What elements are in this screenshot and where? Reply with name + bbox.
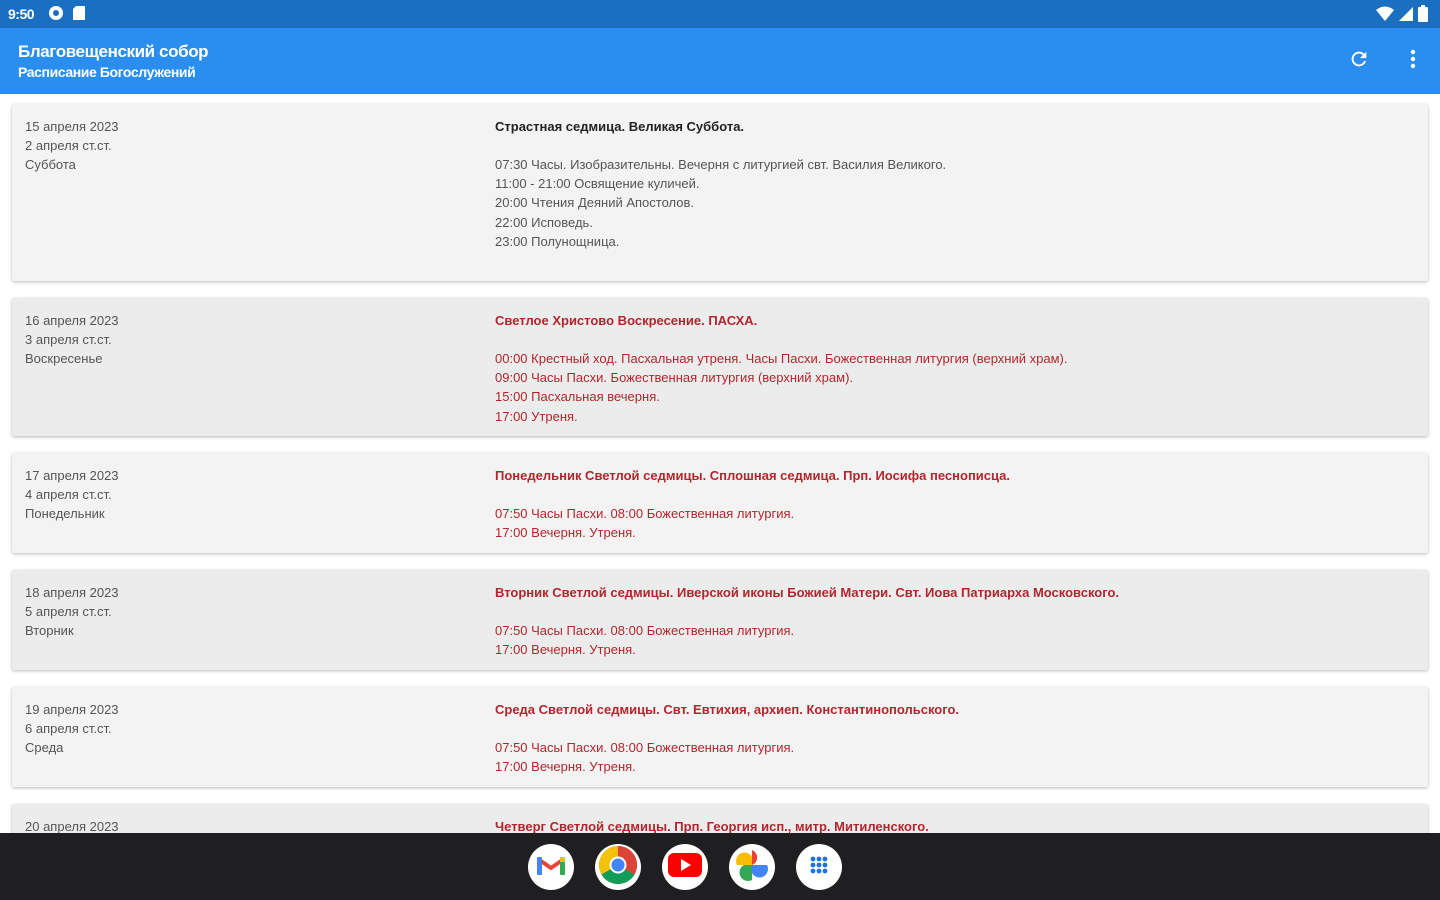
day-date: 18 апреля 2023 — [25, 585, 119, 600]
schedule-day-card[interactable]: 19 апреля 2023 6 апреля ст.ст. Среда Сре… — [12, 687, 1428, 787]
day-weekday: Вторник — [25, 623, 74, 639]
day-old-style: 6 апреля ст.ст. — [25, 721, 112, 737]
day-events: 07:50 Часы Пасхи. 08:00 Божественная лит… — [495, 621, 794, 659]
event-line: 09:00 Часы Пасхи. Божественная литургия … — [495, 370, 854, 386]
day-date: 19 апреля 2023 — [25, 702, 119, 717]
event-line: 07:50 Часы Пасхи. 08:00 Божественная лит… — [495, 623, 795, 638]
schedule-day-card[interactable]: 16 апреля 2023 3 апреля ст.ст. Воскресен… — [12, 298, 1428, 436]
battery-icon — [1418, 5, 1428, 27]
day-date-block: 20 апреля 2023 — [25, 817, 119, 833]
event-line: 17:00 Вечерня. Утреня. — [495, 759, 636, 775]
signal-icon — [1398, 6, 1414, 27]
day-date-block: 15 апреля 2023 2 апреля ст.ст. Суббота — [25, 117, 119, 175]
day-title: Среда Светлой седмицы. Свт. Евтихия, арх… — [495, 702, 960, 717]
more-vert-icon — [1410, 49, 1416, 74]
app-drawer-button[interactable] — [796, 844, 842, 890]
event-line: 17:00 Вечерня. Утреня. — [495, 642, 636, 658]
event-line: 11:00 - 21:00 Освящение куличей. — [495, 176, 700, 192]
day-date: 16 апреля 2023 — [25, 313, 119, 328]
day-old-style: 2 апреля ст.ст. — [25, 138, 112, 154]
youtube-app-button[interactable] — [662, 844, 708, 890]
schedule-list[interactable]: 15 апреля 2023 2 апреля ст.ст. Суббота С… — [0, 94, 1440, 833]
chrome-icon — [598, 845, 638, 890]
event-line: 20:00 Чтения Деяний Апостолов. — [495, 195, 694, 211]
status-bar: 9:50 — [0, 0, 1440, 28]
day-title: Четверг Светлой седмицы. Прп. Георгия ис… — [495, 819, 929, 833]
day-old-style: 4 апреля ст.ст. — [25, 487, 112, 503]
app-dock — [528, 844, 842, 890]
day-title: Страстная седмица. Великая Суббота. — [495, 119, 745, 134]
day-date: 17 апреля 2023 — [25, 468, 119, 483]
app-bar: Благовещенский собор Расписание Богослуж… — [0, 28, 1440, 94]
event-line: 22:00 Исповедь. — [495, 214, 593, 230]
app-subtitle: Расписание Богослужений — [18, 64, 196, 80]
day-weekday: Понедельник — [25, 506, 105, 522]
day-events: 07:30 Часы. Изобразительны. Вечерня с ли… — [495, 155, 946, 251]
day-events: 00:00 Крестный ход. Пасхальная утреня. Ч… — [495, 349, 1067, 426]
event-line: 00:00 Крестный ход. Пасхальная утреня. Ч… — [495, 351, 1068, 366]
day-old-style: 3 апреля ст.ст. — [25, 332, 112, 348]
event-line: 07:30 Часы. Изобразительны. Вечерня с ли… — [495, 157, 947, 172]
app-drawer-icon — [807, 853, 831, 882]
day-events: 07:50 Часы Пасхи. 08:00 Божественная лит… — [495, 738, 794, 776]
schedule-day-card[interactable]: 20 апреля 2023 Четверг Светлой седмицы. … — [12, 804, 1428, 833]
gmail-app-button[interactable] — [528, 844, 574, 890]
photos-app-button[interactable] — [729, 844, 775, 890]
day-title: Вторник Светлой седмицы. Иверской иконы … — [495, 585, 1120, 600]
day-title: Понедельник Светлой седмицы. Сплошная се… — [495, 468, 1011, 483]
schedule-day-card[interactable]: 18 апреля 2023 5 апреля ст.ст. Вторник В… — [12, 570, 1428, 670]
chrome-app-button[interactable] — [595, 844, 641, 890]
event-line: 07:50 Часы Пасхи. 08:00 Божественная лит… — [495, 506, 795, 521]
gmail-icon — [536, 853, 566, 882]
youtube-icon — [668, 852, 702, 882]
day-title: Светлое Христово Воскресение. ПАСХА. — [495, 313, 758, 328]
day-events: 07:50 Часы Пасхи. 08:00 Божественная лит… — [495, 504, 794, 542]
event-line: 17:00 Вечерня. Утреня. — [495, 525, 636, 541]
day-weekday: Среда — [25, 740, 64, 756]
app-title: Благовещенский собор — [18, 42, 209, 61]
event-line: 23:00 Полунощница. — [495, 233, 620, 249]
sd-card-icon — [72, 5, 86, 26]
status-time: 9:50 — [8, 6, 35, 22]
event-line: 15:00 Пасхальная вечерня. — [495, 389, 660, 405]
day-date-block: 18 апреля 2023 5 апреля ст.ст. Вторник — [25, 583, 119, 641]
schedule-day-card[interactable]: 15 апреля 2023 2 апреля ст.ст. Суббота С… — [12, 104, 1428, 281]
day-date-block: 19 апреля 2023 6 апреля ст.ст. Среда — [25, 700, 119, 758]
event-line: 07:50 Часы Пасхи. 08:00 Божественная лит… — [495, 740, 795, 755]
event-line: 17:00 Утреня. — [495, 408, 578, 424]
day-weekday: Суббота — [25, 157, 76, 173]
refresh-icon — [1348, 48, 1370, 75]
day-date-block: 17 апреля 2023 4 апреля ст.ст. Понедельн… — [25, 466, 119, 524]
day-date-block: 16 апреля 2023 3 апреля ст.ст. Воскресен… — [25, 311, 119, 369]
day-date: 20 апреля 2023 — [25, 819, 119, 833]
wifi-icon — [1376, 6, 1394, 27]
photos-icon — [735, 848, 769, 887]
day-weekday: Воскресенье — [25, 351, 103, 367]
settings-status-icon — [48, 5, 64, 26]
overflow-menu-button[interactable] — [1398, 46, 1428, 76]
day-date: 15 апреля 2023 — [25, 119, 119, 134]
schedule-day-card[interactable]: 17 апреля 2023 4 апреля ст.ст. Понедельн… — [12, 453, 1428, 553]
day-old-style: 5 апреля ст.ст. — [25, 604, 112, 620]
refresh-button[interactable] — [1344, 46, 1374, 76]
